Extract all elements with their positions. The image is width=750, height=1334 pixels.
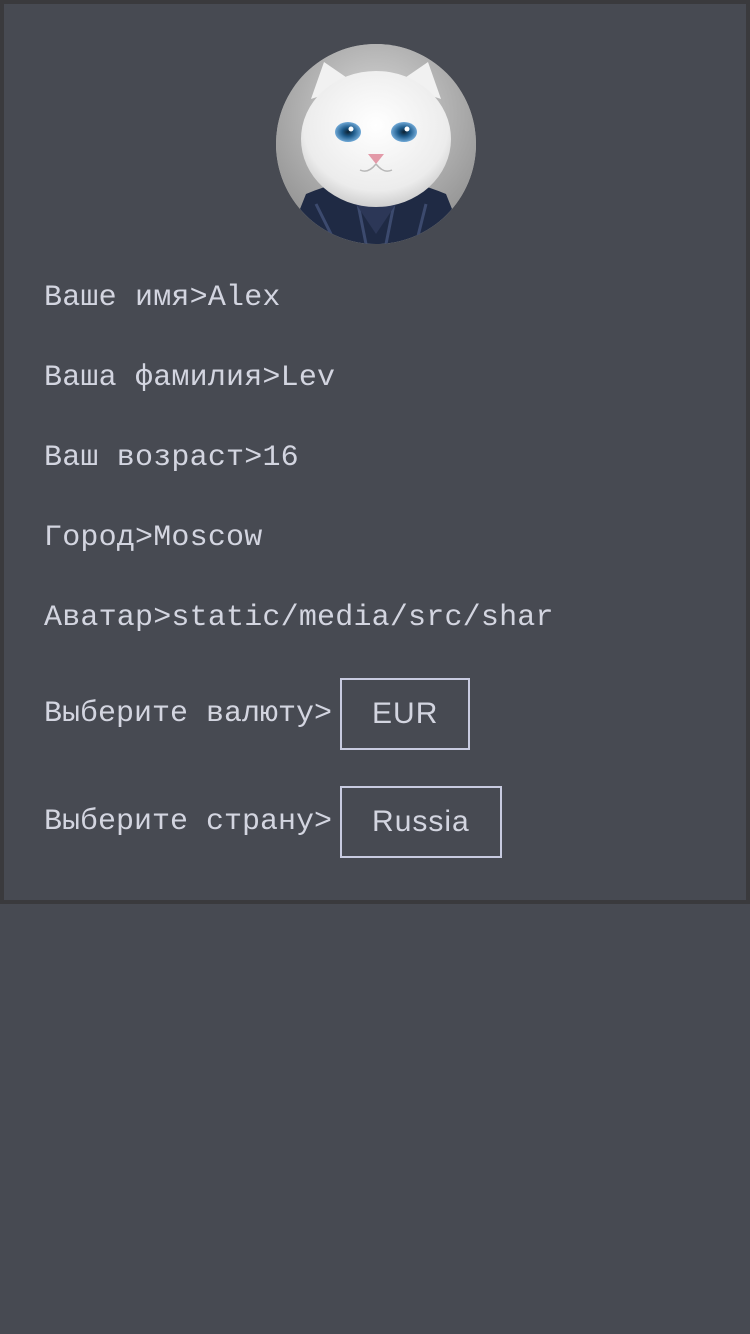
avatar-path-label: Аватар> [44, 601, 172, 635]
last-name-label: Ваша фамилия> [44, 361, 281, 395]
city-value: Moscow [153, 521, 263, 555]
country-select[interactable]: Russia [340, 786, 502, 858]
cat-avatar-image [276, 44, 476, 244]
last-name-value: Lev [280, 361, 336, 395]
city-field: Город>Moscow [44, 520, 262, 556]
avatar-path-value: static/media/src/shar [171, 601, 554, 635]
last-name-field: Ваша фамилия>Lev [44, 360, 335, 396]
currency-select[interactable]: EUR [340, 678, 471, 750]
country-label: Выберите страну> [44, 805, 333, 839]
currency-label: Выберите валюту> [44, 697, 333, 731]
city-label: Город> [44, 521, 154, 555]
first-name-label: Ваше имя> [44, 281, 208, 315]
first-name-value: Alex [207, 281, 281, 315]
avatar-path-field: Аватар>static/media/src/shar [44, 600, 554, 636]
country-row: Выберите страну> Russia [44, 784, 502, 860]
age-value: 16 [262, 441, 299, 475]
avatar [276, 44, 476, 244]
age-label: Ваш возраст> [44, 441, 263, 475]
first-name-field: Ваше имя>Alex [44, 280, 281, 316]
age-field: Ваш возраст>16 [44, 440, 299, 476]
profile-card: Ваше имя>Alex Ваша фамилия>Lev Ваш возра… [0, 0, 750, 904]
currency-row: Выберите валюту> EUR [44, 676, 471, 752]
